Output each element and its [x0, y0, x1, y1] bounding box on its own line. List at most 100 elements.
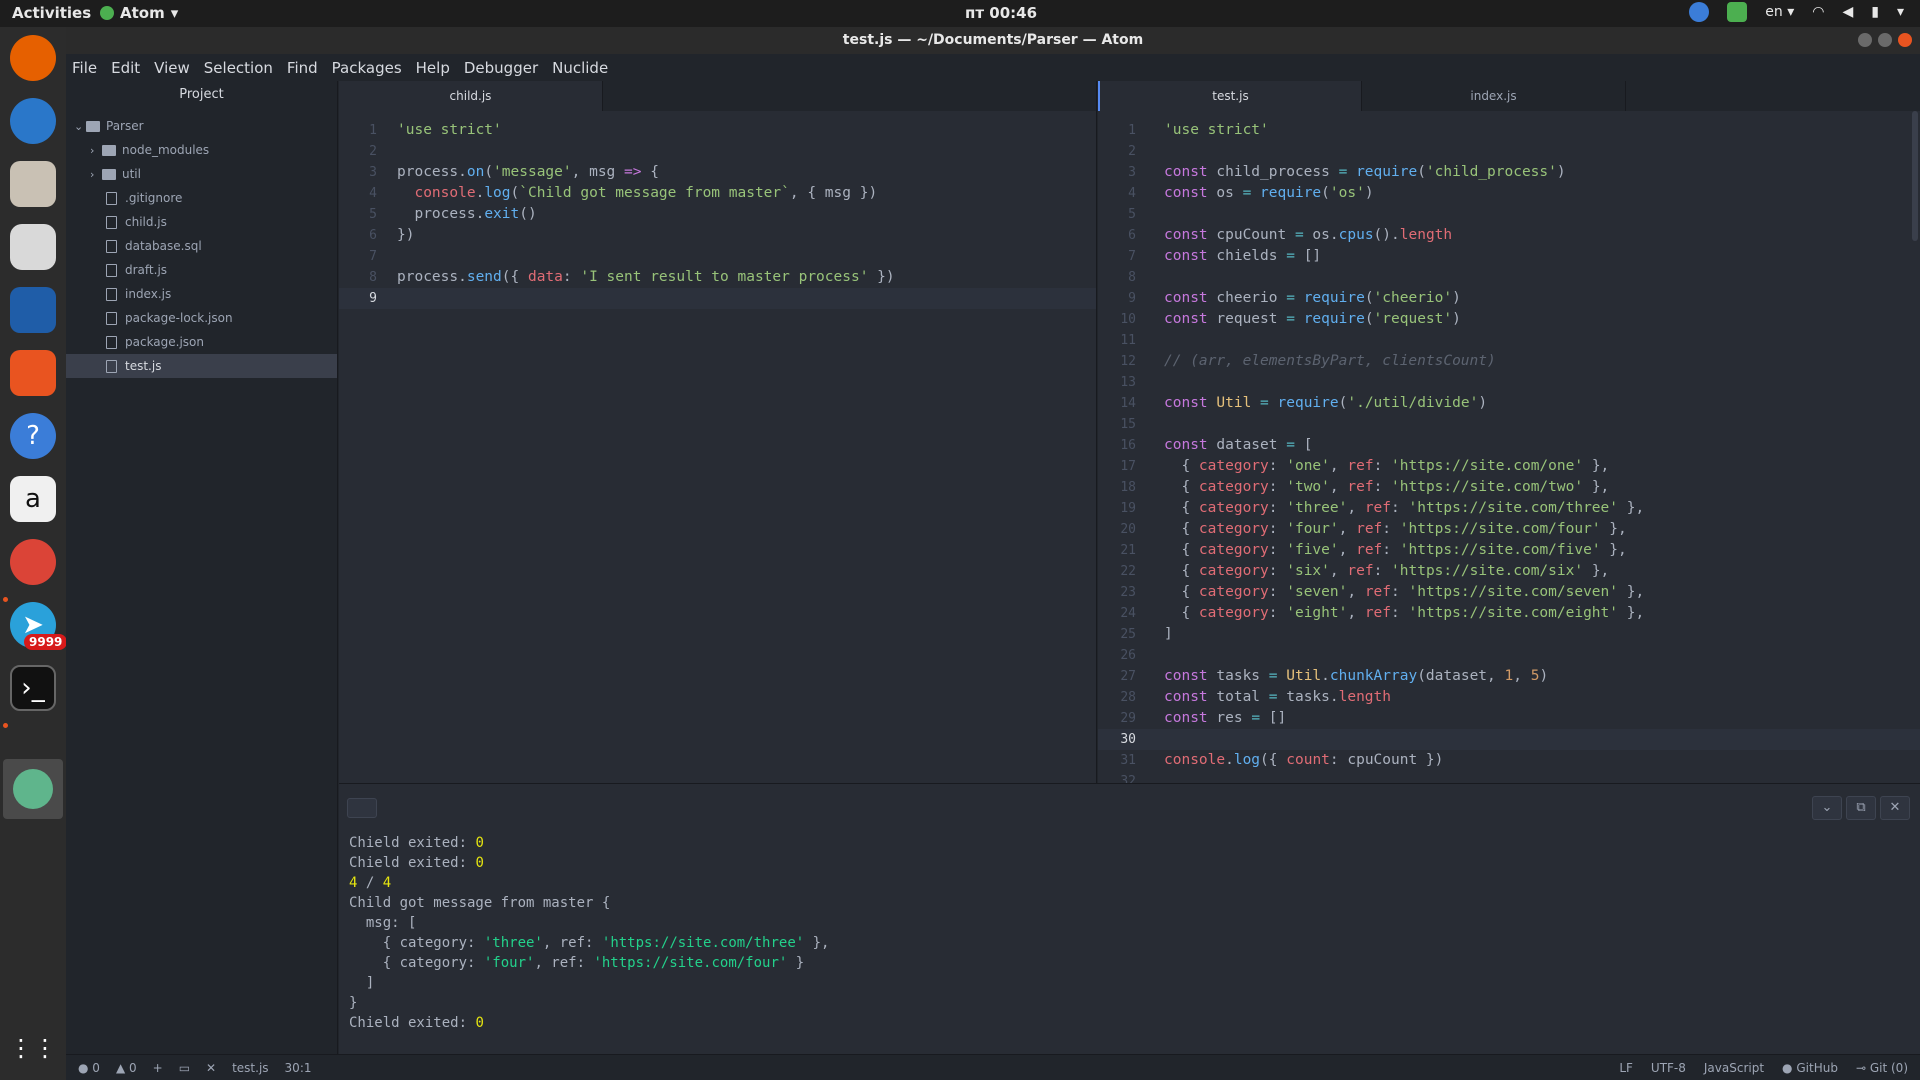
tree-file[interactable]: package.json: [66, 330, 337, 354]
tree-file[interactable]: draft.js: [66, 258, 337, 282]
code-line[interactable]: 32: [1098, 771, 1920, 783]
language-indicator[interactable]: en ▾: [1765, 4, 1794, 20]
help-icon[interactable]: ?: [10, 413, 56, 459]
code-line[interactable]: 22 { category: 'six', ref: 'https://site…: [1098, 561, 1920, 582]
code-line[interactable]: 4 const os = require('os'): [1098, 183, 1920, 204]
terminal-icon[interactable]: ›_: [10, 665, 56, 711]
code-line[interactable]: 21 { category: 'five', ref: 'https://sit…: [1098, 540, 1920, 561]
code-line[interactable]: 7 const chields = []: [1098, 246, 1920, 267]
tab-index-js[interactable]: index.js: [1362, 81, 1626, 111]
close-icon[interactable]: ✕: [1880, 796, 1910, 820]
app-menu[interactable]: Atom ▾: [100, 4, 178, 22]
code-line[interactable]: 20 { category: 'four', ref: 'https://sit…: [1098, 519, 1920, 540]
activities-button[interactable]: Activities: [12, 4, 91, 22]
software-center-icon[interactable]: [10, 350, 56, 396]
error-count[interactable]: ● 0: [78, 1061, 100, 1075]
code-line[interactable]: 11: [1098, 330, 1920, 351]
code-line[interactable]: 27 const tasks = Util.chunkArray(dataset,…: [1098, 666, 1920, 687]
maximize-panel-icon[interactable]: ⧉: [1846, 796, 1876, 820]
chevron-down-icon[interactable]: ⌄: [1812, 796, 1842, 820]
volume-icon[interactable]: ◀: [1842, 4, 1853, 20]
code-line[interactable]: 2: [1098, 141, 1920, 162]
thunderbird-icon[interactable]: [10, 98, 56, 144]
code-line[interactable]: 7: [339, 246, 1096, 267]
code-line[interactable]: 1 'use strict': [339, 120, 1096, 141]
file-encoding[interactable]: UTF-8: [1651, 1061, 1686, 1075]
status-file-name[interactable]: test.js: [232, 1061, 268, 1075]
github-button[interactable]: ● GitHub: [1782, 1061, 1838, 1075]
tree-file[interactable]: .gitignore: [66, 186, 337, 210]
code-line[interactable]: 8: [1098, 267, 1920, 288]
code-line[interactable]: 19 { category: 'three', ref: 'https://si…: [1098, 498, 1920, 519]
line-ending[interactable]: LF: [1619, 1061, 1633, 1075]
menu-selection[interactable]: Selection: [204, 59, 273, 77]
writer-icon[interactable]: [10, 287, 56, 333]
tree-file[interactable]: index.js: [66, 282, 337, 306]
code-line[interactable]: 9 const cheerio = require('cheerio'): [1098, 288, 1920, 309]
tab-test-js[interactable]: test.js: [1098, 81, 1362, 111]
code-line[interactable]: 14 const Util = require('./util/divide'): [1098, 393, 1920, 414]
tree-file[interactable]: package-lock.json: [66, 306, 337, 330]
cursor-position[interactable]: 30:1: [285, 1061, 312, 1075]
close-icon[interactable]: ✕: [206, 1061, 216, 1075]
chevron-down-icon[interactable]: ▾: [1897, 4, 1904, 20]
code-line[interactable]: 2: [339, 141, 1096, 162]
tree-root-folder[interactable]: ⌄ Parser: [66, 114, 337, 138]
check-icon[interactable]: [1727, 2, 1748, 22]
terminal-toggle-icon[interactable]: ▭: [179, 1061, 190, 1075]
minimize-icon[interactable]: [1858, 33, 1872, 47]
tree-folder-util[interactable]: › util: [66, 162, 337, 186]
tree-file[interactable]: database.sql: [66, 234, 337, 258]
menu-help[interactable]: Help: [416, 59, 450, 77]
code-line[interactable]: 9: [339, 288, 1096, 309]
tree-file-selected[interactable]: test.js: [66, 354, 337, 378]
menu-edit[interactable]: Edit: [111, 59, 140, 77]
code-line[interactable]: 6}): [339, 225, 1096, 246]
tab-child-js[interactable]: child.js: [339, 81, 603, 111]
code-line[interactable]: 26: [1098, 645, 1920, 666]
code-line[interactable]: 24 { category: 'eight', ref: 'https://si…: [1098, 603, 1920, 624]
atom-dock-icon[interactable]: [3, 759, 63, 819]
keyboard-icon[interactable]: [347, 798, 377, 818]
code-line[interactable]: 5 process.exit(): [339, 204, 1096, 225]
code-line[interactable]: 28 const total = tasks.length: [1098, 687, 1920, 708]
warning-count[interactable]: ▲ 0: [116, 1061, 137, 1075]
code-line[interactable]: 16 const dataset = [: [1098, 435, 1920, 456]
tree-file[interactable]: child.js: [66, 210, 337, 234]
code-line[interactable]: 31 console.log({ count: cpuCount }): [1098, 750, 1920, 771]
code-line[interactable]: 30: [1098, 729, 1920, 750]
menu-file[interactable]: File: [72, 59, 97, 77]
code-line[interactable]: 23 { category: 'seven', ref: 'https://si…: [1098, 582, 1920, 603]
code-line[interactable]: 15: [1098, 414, 1920, 435]
menu-view[interactable]: View: [154, 59, 190, 77]
code-line[interactable]: 18 { category: 'two', ref: 'https://site…: [1098, 477, 1920, 498]
clock[interactable]: пт 00:46: [965, 4, 1037, 22]
code-line[interactable]: 3 process.on('message', msg => {: [339, 162, 1096, 183]
code-line[interactable]: 25]: [1098, 624, 1920, 645]
code-line[interactable]: 13: [1098, 372, 1920, 393]
code-line[interactable]: 4 console.log(`Child got message from ma…: [339, 183, 1096, 204]
editor-scrollbar[interactable]: [1912, 111, 1918, 241]
firefox-icon[interactable]: [10, 35, 56, 81]
code-line[interactable]: 8 process.send({ data: 'I sent result to …: [339, 267, 1096, 288]
code-line[interactable]: 1 'use strict': [1098, 120, 1920, 141]
menu-find[interactable]: Find: [287, 59, 318, 77]
maximize-icon[interactable]: [1878, 33, 1892, 47]
menu-debugger[interactable]: Debugger: [464, 59, 538, 77]
code-line[interactable]: 6 const cpuCount = os.cpus().length: [1098, 225, 1920, 246]
code-line[interactable]: 12 // (arr, elementsByPart, clientsCount): [1098, 351, 1920, 372]
code-line[interactable]: 29 const res = []: [1098, 708, 1920, 729]
close-icon[interactable]: [1898, 33, 1912, 47]
code-line[interactable]: 17 { category: 'one', ref: 'https://site…: [1098, 456, 1920, 477]
chrome-icon[interactable]: [10, 539, 56, 585]
show-apps-icon[interactable]: ⋮⋮: [9, 1025, 57, 1071]
code-line[interactable]: 10 const request = require('request'): [1098, 309, 1920, 330]
add-icon[interactable]: +: [153, 1061, 163, 1075]
git-button[interactable]: ⊸ Git (0): [1856, 1061, 1908, 1075]
grammar-selector[interactable]: JavaScript: [1704, 1061, 1764, 1075]
battery-icon[interactable]: ▮: [1871, 4, 1879, 20]
amazon-icon[interactable]: a: [10, 476, 56, 522]
notification-app-icon[interactable]: [1689, 2, 1710, 22]
menu-nuclide[interactable]: Nuclide: [552, 59, 608, 77]
code-line[interactable]: 5: [1098, 204, 1920, 225]
